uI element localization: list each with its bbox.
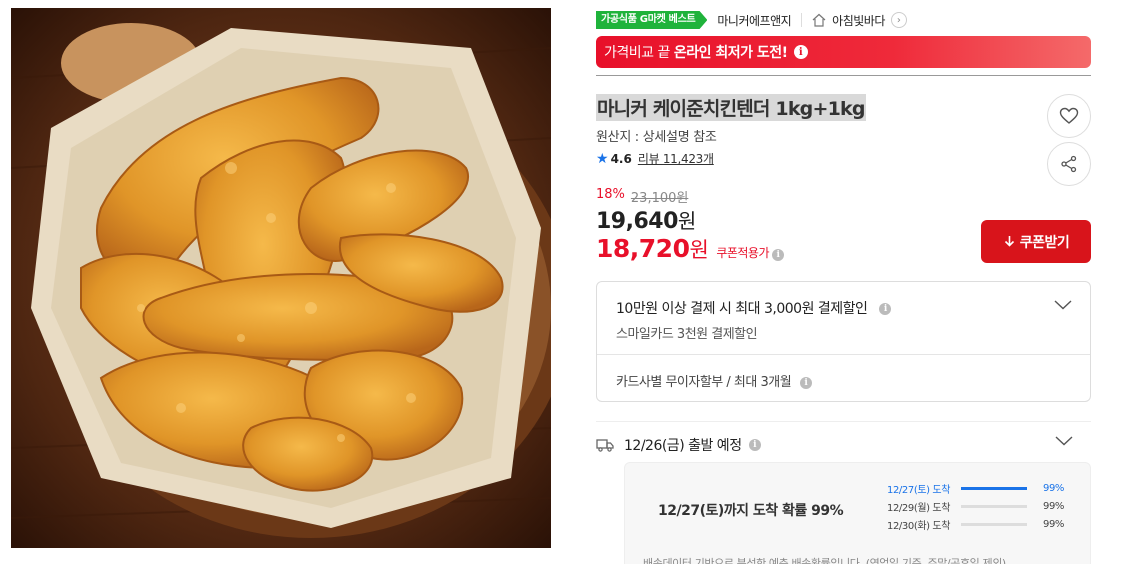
arrival-date: 12/30(화) 도착 [887,521,950,532]
discount-line: 18% 23,100원 [596,187,688,206]
divider [801,13,803,27]
arrival-percent: 99% [1043,483,1065,494]
truck-icon [596,439,614,452]
coupon-price-label: 쿠폰적용가 [716,246,770,260]
sale-price-unit: 원 [677,209,696,233]
badge-row: 가공식품 G마켓 베스트 마니커에프앤지 아침빛바다 › [596,10,907,30]
shipping-row[interactable]: 12/26(금) 출발 예정 i [596,435,761,455]
rating-score: 4.6 [610,151,632,166]
info-icon[interactable]: i [793,45,808,59]
info-icon[interactable]: i [748,439,761,451]
arrival-bar [961,505,1027,508]
coupon-button[interactable]: 쿠폰받기 [981,220,1091,263]
departure-text: 12/26(금) 출발 예정 [624,438,742,454]
heart-icon [1059,107,1079,124]
product-image [11,8,551,548]
review-link[interactable]: 리뷰 11,423개 [638,150,714,167]
coupon-price-unit: 원 [689,238,709,262]
arrival-row: 12/29(월) 도착 99% [887,499,1073,514]
chevron-right-icon[interactable]: › [890,12,907,28]
arrival-bar-fill [961,487,1027,490]
info-icon[interactable]: i [772,249,785,261]
original-price: 23,100원 [630,191,689,206]
wishlist-button[interactable] [1047,94,1091,138]
promo-banner[interactable]: 가격비교 끝 온라인 최저가 도전! i [596,36,1091,68]
arrival-date: 12/27(토) 도착 [887,485,950,496]
download-icon [1004,236,1014,247]
arrival-percent: 99% [1043,519,1065,530]
home-icon [812,13,826,27]
share-icon [1061,155,1077,173]
divider [597,354,1090,355]
star-icon: ★ [596,150,609,167]
arrival-date: 12/29(월) 도착 [887,503,950,514]
installment-row[interactable]: 카드사별 무이자할부 / 최대 3개월 i [616,371,812,390]
product-title: 마니커 케이준치킨텐더 1kg+1kg [596,94,866,121]
best-badge[interactable]: 가공식품 G마켓 베스트 [596,11,708,29]
arrival-probability-box: 12/27(토)까지 도착 확률 99% 12/27(토) 도착 99% 12/… [624,462,1091,564]
info-icon[interactable]: i [799,376,812,389]
promo-prefix: 가격비교 끝 [604,45,670,61]
arrival-percent: 99% [1043,501,1065,512]
rating: ★ 4.6 리뷰 11,423개 [596,150,714,167]
discount-percent: 18% [596,187,625,202]
arrival-row: 12/27(토) 도착 99% [887,481,1073,496]
benefit-box: 10만원 이상 결제 시 최대 3,000원 결제할인 i 스마일카드 3천원 … [596,281,1091,402]
chevron-down-icon[interactable] [1055,436,1073,446]
benefit-sub: 스마일카드 3천원 결제할인 [616,327,758,342]
origin-text: 원산지 : 상세설명 참조 [596,130,717,145]
arrival-note: 배송데이터 기반으로 분석한 예측 배송확률입니다. (영업일 기준, 주말/공… [643,557,1006,564]
share-button[interactable] [1047,142,1091,186]
installment-text: 카드사별 무이자할부 / 최대 3개월 [616,375,792,390]
divider [596,75,1091,76]
chevron-down-icon[interactable] [1054,300,1072,310]
info-icon[interactable]: i [879,303,892,315]
sale-price: 19,640원 [596,205,696,234]
arrival-main-text: 12/27(토)까지 도착 확률 99% [658,503,844,519]
arrival-bar [961,487,1027,490]
store-link[interactable]: 아침빛바다 [832,12,885,29]
coupon-price-number: 18,720 [596,234,690,263]
sale-price-number: 19,640 [596,209,678,234]
promo-strong: 온라인 최저가 도전! [673,45,788,61]
benefit-title-text: 10만원 이상 결제 시 최대 3,000원 결제할인 [616,301,868,317]
coupon-button-label: 쿠폰받기 [1019,233,1070,250]
seller-link[interactable]: 마니커에프앤지 [717,12,791,29]
arrival-row: 12/30(화) 도착 99% [887,517,1073,532]
arrival-bar [961,523,1027,526]
product-info-panel: 가공식품 G마켓 베스트 마니커에프앤지 아침빛바다 › 가격비교 끝 온라인 … [596,0,1091,564]
benefit-title[interactable]: 10만원 이상 결제 시 최대 3,000원 결제할인 i [616,298,892,318]
divider [596,421,1091,422]
coupon-price: 18,720 원 쿠폰적용가 i [596,234,785,264]
